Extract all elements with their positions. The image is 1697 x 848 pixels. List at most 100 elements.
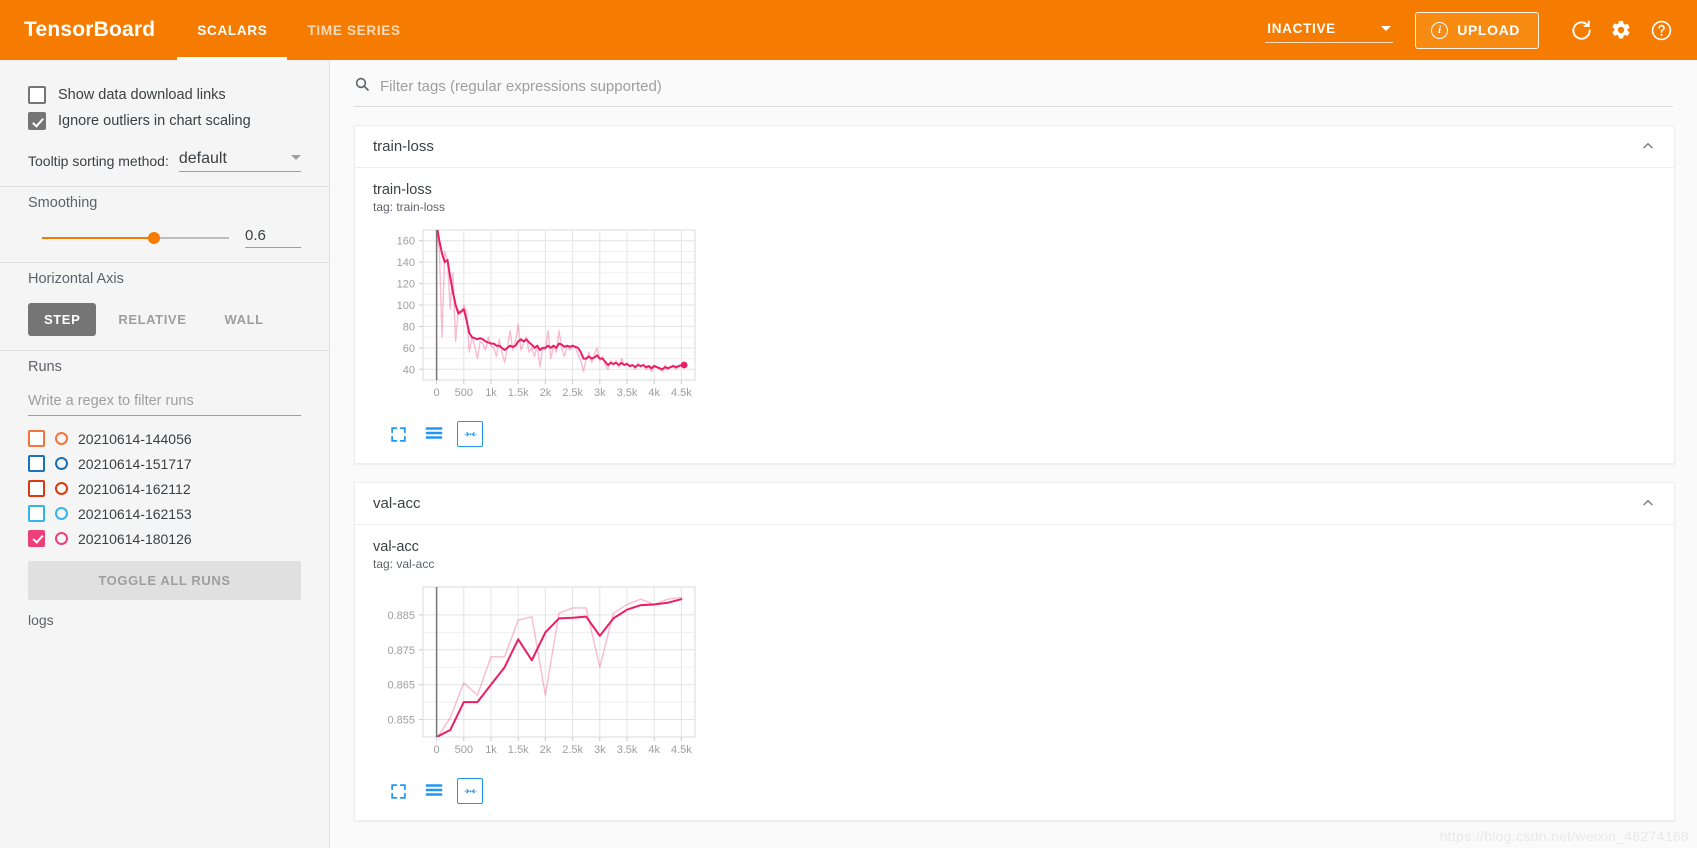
show-download-links-row[interactable]: Show data download links xyxy=(28,86,301,104)
chart-tag-val-acc: tag: val-acc xyxy=(373,557,1656,571)
run-label-4: 20210614-180126 xyxy=(78,531,192,547)
toggle-all-runs-button[interactable]: TOGGLE ALL RUNS xyxy=(28,561,301,600)
svg-text:80: 80 xyxy=(403,321,415,333)
run-item-0[interactable]: 20210614-144056 xyxy=(28,426,301,451)
smoothing-section: Smoothing 0.6 xyxy=(0,187,329,262)
run-checkbox-1[interactable] xyxy=(28,455,45,472)
svg-text:0.885: 0.885 xyxy=(387,610,415,622)
svg-text:1.5k: 1.5k xyxy=(508,744,529,756)
fullscreen-icon[interactable] xyxy=(385,778,411,804)
logs-label: logs xyxy=(28,612,301,628)
card-body-train-loss: train-loss tag: train-loss 4060801001201… xyxy=(355,168,1674,463)
top-app-bar: TensorBoard SCALARS TIME SERIES INACTIVE… xyxy=(0,0,1697,60)
svg-text:40: 40 xyxy=(403,364,415,376)
slider-knob[interactable] xyxy=(148,232,160,244)
search-icon xyxy=(354,76,370,97)
chart-val-acc[interactable]: 0.8550.8650.8750.88505001k1.5k2k2.5k3k3.… xyxy=(373,579,1656,774)
tab-scalars[interactable]: SCALARS xyxy=(177,0,287,60)
data-table-icon[interactable] xyxy=(421,778,447,804)
chart-tools-val-acc xyxy=(373,774,1656,812)
ignore-outliers-row[interactable]: Ignore outliers in chart scaling xyxy=(28,112,301,130)
top-bar-actions: INACTIVE i UPLOAD xyxy=(1265,0,1697,60)
help-question-icon[interactable] xyxy=(1641,10,1681,50)
chevron-down-icon xyxy=(291,155,301,160)
page-body: Show data download links Ignore outliers… xyxy=(0,60,1697,848)
run-checkbox-4[interactable] xyxy=(28,530,45,547)
svg-text:2.5k: 2.5k xyxy=(562,744,583,756)
svg-text:2k: 2k xyxy=(540,744,552,756)
chart-train-loss[interactable]: 40608010012014016005001k1.5k2k2.5k3k3.5k… xyxy=(373,222,1656,417)
run-checkbox-3[interactable] xyxy=(28,505,45,522)
chevron-up-icon[interactable] xyxy=(1640,495,1656,513)
run-item-3[interactable]: 20210614-162153 xyxy=(28,501,301,526)
show-download-links-label: Show data download links xyxy=(58,87,226,103)
svg-text:100: 100 xyxy=(397,300,415,312)
ignore-outliers-label: Ignore outliers in chart scaling xyxy=(58,113,251,129)
run-item-1[interactable]: 20210614-151717 xyxy=(28,451,301,476)
chart-title-val-acc: val-acc xyxy=(373,539,1656,555)
run-label-2: 20210614-162112 xyxy=(78,481,191,497)
svg-text:500: 500 xyxy=(455,387,473,399)
run-color-swatch-4 xyxy=(55,532,68,545)
run-item-4[interactable]: 20210614-180126 xyxy=(28,526,301,551)
card-train-loss: train-loss train-loss tag: train-loss 40… xyxy=(354,125,1675,464)
upload-button[interactable]: i UPLOAD xyxy=(1415,12,1539,49)
filter-tags-input[interactable]: Filter tags (regular expressions support… xyxy=(354,76,1673,107)
fullscreen-icon[interactable] xyxy=(385,421,411,447)
svg-text:0.865: 0.865 xyxy=(387,680,415,692)
card-body-val-acc: val-acc tag: val-acc 0.8550.8650.8750.88… xyxy=(355,525,1674,820)
data-table-icon[interactable] xyxy=(421,421,447,447)
tab-time-series[interactable]: TIME SERIES xyxy=(287,0,420,60)
card-title-train-loss: train-loss xyxy=(373,138,434,155)
chevron-up-icon[interactable] xyxy=(1640,138,1656,156)
svg-text:3k: 3k xyxy=(594,387,606,399)
run-label-1: 20210614-151717 xyxy=(78,456,192,472)
run-color-swatch-2 xyxy=(55,482,68,495)
fit-domain-icon[interactable] xyxy=(457,778,483,804)
settings-gear-icon[interactable] xyxy=(1601,10,1641,50)
svg-text:4k: 4k xyxy=(648,744,660,756)
svg-text:4k: 4k xyxy=(648,387,660,399)
ignore-outliers-checkbox[interactable] xyxy=(28,112,46,130)
svg-text:1.5k: 1.5k xyxy=(508,387,529,399)
smoothing-value-input[interactable]: 0.6 xyxy=(245,227,301,248)
smoothing-slider[interactable] xyxy=(42,228,229,248)
run-checkbox-0[interactable] xyxy=(28,430,45,447)
svg-text:0: 0 xyxy=(434,744,440,756)
chart-tag-train-loss: tag: train-loss xyxy=(373,200,1656,214)
run-item-2[interactable]: 20210614-162112 xyxy=(28,476,301,501)
run-checkbox-2[interactable] xyxy=(28,480,45,497)
nav-tabs: SCALARS TIME SERIES xyxy=(177,0,420,60)
run-color-swatch-3 xyxy=(55,507,68,520)
axis-option-wall[interactable]: WALL xyxy=(208,303,279,336)
axis-option-step[interactable]: STEP xyxy=(28,303,96,336)
svg-text:3.5k: 3.5k xyxy=(617,387,638,399)
tooltip-sorting-value: default xyxy=(179,150,283,168)
runs-title: Runs xyxy=(28,359,301,375)
upload-button-label: UPLOAD xyxy=(1457,22,1520,38)
fit-domain-icon[interactable] xyxy=(457,421,483,447)
svg-text:4.5k: 4.5k xyxy=(671,387,692,399)
svg-text:2k: 2k xyxy=(540,387,552,399)
runs-filter-input[interactable]: Write a regex to filter runs xyxy=(28,391,301,416)
tooltip-sorting-select[interactable]: default xyxy=(179,150,301,172)
runs-section: Runs Write a regex to filter runs 202106… xyxy=(0,351,329,642)
run-label-3: 20210614-162153 xyxy=(78,506,192,522)
sidebar-options-section: Show data download links Ignore outliers… xyxy=(0,70,329,186)
svg-text:2.5k: 2.5k xyxy=(562,387,583,399)
run-status-select[interactable]: INACTIVE xyxy=(1265,17,1393,43)
axis-option-relative[interactable]: RELATIVE xyxy=(102,303,202,336)
horizontal-axis-title: Horizontal Axis xyxy=(28,271,301,287)
refresh-icon[interactable] xyxy=(1561,10,1601,50)
svg-text:140: 140 xyxy=(397,257,415,269)
card-header-train-loss[interactable]: train-loss xyxy=(355,126,1674,168)
show-download-links-checkbox[interactable] xyxy=(28,86,46,104)
svg-text:120: 120 xyxy=(397,279,415,291)
run-color-swatch-0 xyxy=(55,432,68,445)
card-val-acc: val-acc val-acc tag: val-acc 0.8550.8650… xyxy=(354,482,1675,821)
main-content: Filter tags (regular expressions support… xyxy=(330,60,1697,848)
app-brand: TensorBoard xyxy=(0,0,177,60)
card-header-val-acc[interactable]: val-acc xyxy=(355,483,1674,525)
tooltip-sorting-row: Tooltip sorting method: default xyxy=(28,150,301,172)
svg-text:0.875: 0.875 xyxy=(387,645,415,657)
